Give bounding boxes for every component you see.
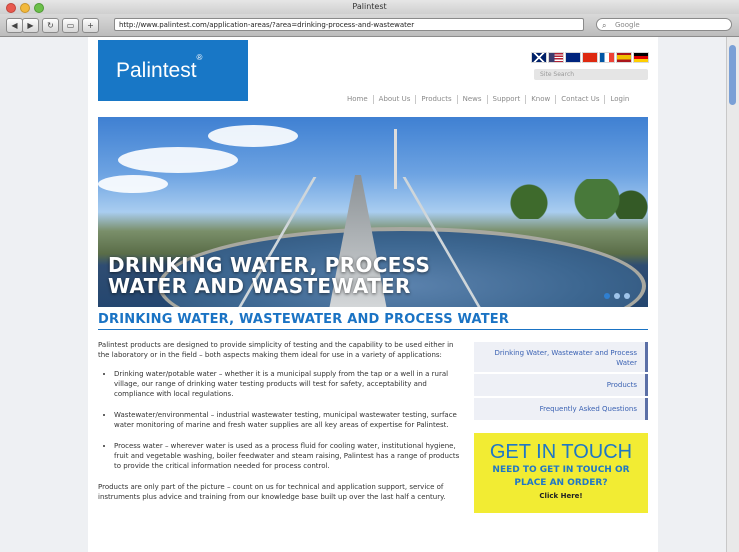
cta-click-here[interactable]: Click Here! [474, 492, 648, 500]
page-heading: DRINKING WATER, WASTEWATER AND PROCESS W… [98, 312, 510, 327]
sidebar-menu: Drinking Water, Wastewater and Process W… [474, 342, 648, 422]
browser-search-placeholder: Google [615, 21, 640, 29]
application-list: Drinking water/potable water – whether i… [98, 369, 462, 471]
add-bookmark-button[interactable]: + [82, 18, 99, 33]
bookmarks-icon[interactable]: ▭ [62, 18, 79, 33]
carousel-dots [604, 293, 630, 299]
browser-toolbar: ◀ ▶ ↻ ▭ + http://www.palintest.com/appli… [0, 14, 739, 37]
close-window-icon[interactable] [6, 3, 16, 13]
us-flag-icon[interactable] [549, 53, 563, 62]
cta-title: GET IN TOUCH [489, 441, 633, 463]
carousel-dot[interactable] [604, 293, 610, 299]
hero-title: DRINKING WATER, PROCESS WATER AND WASTEW… [108, 255, 430, 297]
outro-paragraph: Products are only part of the picture – … [98, 483, 446, 501]
logo-text: Palintest [116, 59, 197, 82]
browser-search-field[interactable]: ⌕ Google [596, 18, 732, 31]
nav-know[interactable]: Know [525, 95, 555, 104]
window-titlebar: Palintest [0, 0, 739, 14]
hero-banner: DRINKING WATER, PROCESS WATER AND WASTEW… [98, 117, 648, 307]
main-nav: Home About Us Products News Support Know… [342, 95, 634, 104]
sidebar-item-faq[interactable]: Frequently Asked Questions [474, 398, 648, 420]
cta-line2: PLACE AN ORDER? [514, 478, 608, 488]
reload-button[interactable]: ↻ [42, 18, 59, 33]
sidebar-item-products[interactable]: Products [474, 374, 648, 396]
hero-title-line1: DRINKING WATER, PROCESS [108, 253, 431, 277]
cloud-shape [208, 125, 298, 147]
vertical-scrollbar[interactable] [726, 37, 739, 552]
list-item: Wastewater/environmental – industrial wa… [114, 410, 462, 430]
cloud-shape [98, 175, 168, 193]
list-item: Process water – wherever water is used a… [114, 441, 462, 471]
heading-divider [98, 329, 648, 330]
logo-mark: ® [196, 53, 203, 62]
list-item: Drinking water/potable water – whether i… [114, 369, 462, 399]
site-search-input[interactable]: Site Search [534, 69, 648, 80]
nav-products[interactable]: Products [415, 95, 456, 104]
minimize-window-icon[interactable] [20, 3, 30, 13]
hero-title-line2: WATER AND WASTEWATER [108, 274, 411, 298]
language-flags [532, 53, 648, 62]
trees-shape [478, 179, 648, 219]
uk-flag-icon[interactable] [532, 53, 546, 62]
carousel-dot[interactable] [624, 293, 630, 299]
nav-contact-us[interactable]: Contact Us [555, 95, 604, 104]
main-content: Palintest products are designed to provi… [98, 340, 462, 511]
nav-login[interactable]: Login [604, 95, 634, 104]
pole-shape [394, 129, 397, 189]
back-button[interactable]: ◀ [6, 18, 23, 33]
au-flag-icon[interactable] [566, 53, 580, 62]
sidebar-item-drinking-water[interactable]: Drinking Water, Wastewater and Process W… [474, 342, 648, 372]
cloud-shape [118, 147, 238, 173]
fr-flag-icon[interactable] [600, 53, 614, 62]
window-title: Palintest [352, 2, 387, 11]
address-bar[interactable]: http://www.palintest.com/application-are… [114, 18, 584, 31]
cta-line1: NEED TO GET IN TOUCH OR [492, 465, 630, 475]
de-flag-icon[interactable] [634, 53, 648, 62]
nav-about-us[interactable]: About Us [372, 95, 416, 104]
intro-paragraph: Palintest products are designed to provi… [98, 341, 454, 359]
browser-window: Palintest ◀ ▶ ↻ ▭ + http://www.palintest… [0, 0, 739, 552]
cn-flag-icon[interactable] [583, 53, 597, 62]
search-icon: ⌕ [602, 21, 607, 30]
nav-support[interactable]: Support [486, 95, 526, 104]
zoom-window-icon[interactable] [34, 3, 44, 13]
web-page: Palintest® Site Search Home About Us Pro… [88, 37, 658, 552]
scrollbar-thumb[interactable] [729, 45, 736, 105]
es-flag-icon[interactable] [617, 53, 631, 62]
nav-news[interactable]: News [456, 95, 487, 104]
palintest-logo[interactable]: Palintest® [98, 40, 248, 101]
window-controls [6, 3, 44, 13]
carousel-dot[interactable] [614, 293, 620, 299]
nav-home[interactable]: Home [342, 95, 373, 104]
forward-button[interactable]: ▶ [22, 18, 39, 33]
get-in-touch-banner[interactable]: GET IN TOUCH NEED TO GET IN TOUCH OR PLA… [474, 433, 648, 513]
